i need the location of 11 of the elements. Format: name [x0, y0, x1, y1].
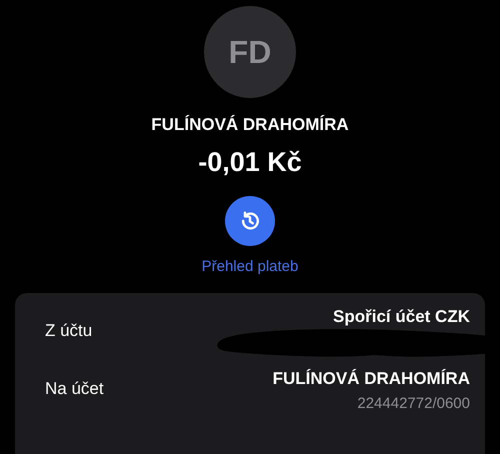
- account-number: 224442772/0600: [357, 395, 470, 412]
- payee-name: FULÍNOVÁ DRAHOMÍRA: [151, 115, 349, 135]
- history-button[interactable]: [225, 196, 275, 246]
- amount: -0,01 Kč: [198, 147, 302, 178]
- avatar: FD: [204, 6, 296, 98]
- detail-label: Z účtu: [45, 321, 92, 341]
- detail-value: Spořicí účet CZK: [333, 307, 470, 327]
- history-link[interactable]: Přehled plateb: [202, 258, 298, 275]
- detail-value: FULÍNOVÁ DRAHOMÍRA: [272, 369, 470, 389]
- detail-label: Na účet: [45, 379, 104, 399]
- history-icon: [239, 210, 261, 232]
